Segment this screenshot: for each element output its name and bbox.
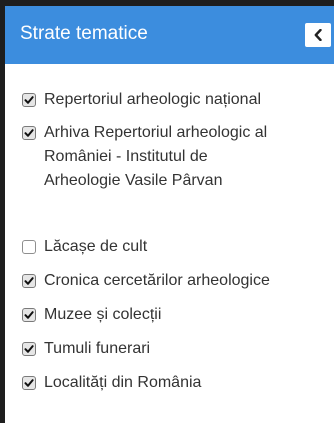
- layer-checkbox[interactable]: [22, 126, 36, 140]
- chevron-left-icon: [314, 29, 322, 41]
- layer-label: Repertoriul arheologic național: [44, 91, 262, 108]
- layer-item[interactable]: Tumuli funerari: [5, 337, 334, 361]
- layer-item[interactable]: Muzee și colecții: [5, 303, 334, 327]
- layer-label: Tumuli funerari: [44, 340, 151, 357]
- checkmark-icon: [24, 129, 34, 137]
- checkmark-icon: [24, 277, 34, 285]
- panel-header: Strate tematice: [5, 6, 334, 64]
- layer-label: Lăcașe de cult: [44, 238, 148, 255]
- layer-label: Arhiva Repertoriul arheologic al: [44, 124, 268, 141]
- layer-label: Localități din România: [44, 374, 202, 391]
- layer-item[interactable]: Cronica cercetărilor arheologice: [5, 269, 334, 293]
- layer-checkbox[interactable]: [22, 240, 36, 254]
- layer-checkbox[interactable]: [22, 376, 36, 390]
- layer-checkbox[interactable]: [22, 274, 36, 288]
- layer-item[interactable]: Lăcașe de cult: [5, 235, 334, 259]
- layer-label: Cronica cercetărilor arheologice: [44, 272, 270, 289]
- checkmark-icon: [24, 345, 34, 353]
- layer-checkbox[interactable]: [22, 342, 36, 356]
- layer-checkbox[interactable]: [22, 308, 36, 322]
- layer-label: Muzee și colecții: [44, 306, 162, 323]
- layer-item[interactable]: Arhiva Repertoriul arheologic al României…: [5, 121, 334, 193]
- layer-item[interactable]: Repertoriul arheologic național: [5, 88, 334, 112]
- panel-title: Strate tematice: [20, 23, 148, 44]
- checkmark-icon: [24, 379, 34, 387]
- thematic-layers-panel: Strate tematice Repertoriul arheologic n…: [5, 6, 334, 423]
- layer-label: României - Institutul de: [44, 148, 208, 165]
- layer-item[interactable]: Localități din România: [5, 371, 334, 395]
- layer-label: Arheologie Vasile Pârvan: [44, 172, 223, 189]
- collapse-panel-button[interactable]: [305, 23, 331, 47]
- window-frame: Strate tematice Repertoriul arheologic n…: [0, 0, 334, 423]
- layer-checkbox[interactable]: [22, 93, 36, 107]
- checkmark-icon: [24, 311, 34, 319]
- checkmark-icon: [24, 96, 34, 104]
